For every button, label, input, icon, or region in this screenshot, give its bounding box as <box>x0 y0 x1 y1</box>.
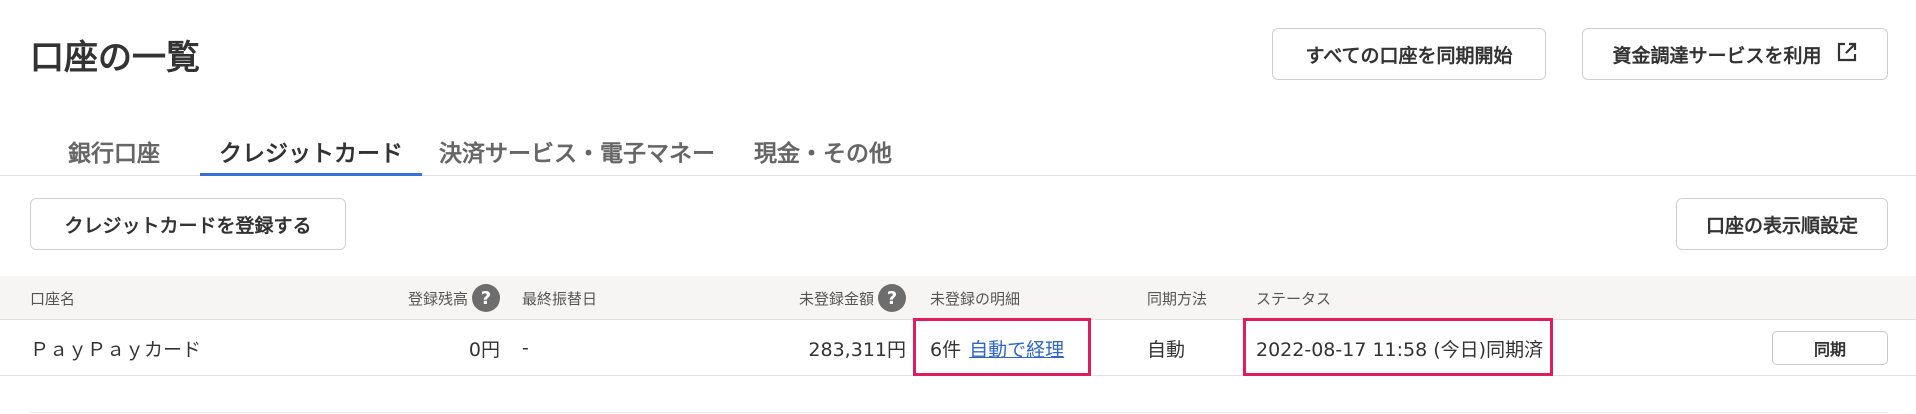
column-unregistered-amount: 未登録金額 ? <box>760 276 906 320</box>
column-sync-method: 同期方法 <box>1147 289 1208 308</box>
funding-service-label: 資金調達サービスを利用 <box>1612 44 1822 67</box>
tab-cash-other[interactable]: 現金・その他 <box>748 134 898 176</box>
sync-method-value: 自動 <box>1147 338 1186 361</box>
sync-button-label: 同期 <box>1813 340 1846 359</box>
help-icon[interactable]: ? <box>878 284 906 312</box>
column-last-transfer: 最終振替日 <box>522 289 598 308</box>
column-balance: 登録残高 ? <box>360 276 500 320</box>
unregistered-details-highlight <box>913 318 1091 376</box>
tab-bank-account[interactable]: 銀行口座 <box>60 134 168 176</box>
unregistered-amount-value: 283,311円 <box>808 338 906 361</box>
external-link-icon <box>1836 41 1858 68</box>
status-highlight <box>1243 318 1553 376</box>
sync-all-button[interactable]: すべての口座を同期開始 <box>1272 28 1546 80</box>
column-unregistered-details: 未登録の明細 <box>930 289 1021 308</box>
sync-all-label: すべての口座を同期開始 <box>1305 44 1513 67</box>
column-account-name: 口座名 <box>30 289 76 308</box>
account-name: ＰａｙＰａｙカード <box>30 338 202 361</box>
help-icon[interactable]: ? <box>472 284 500 312</box>
page-title: 口座の一覧 <box>30 38 200 78</box>
divider <box>30 412 1888 413</box>
column-status: ステータス <box>1256 289 1332 308</box>
display-order-button[interactable]: 口座の表示順設定 <box>1676 198 1888 250</box>
funding-service-button[interactable]: 資金調達サービスを利用 <box>1582 28 1888 80</box>
tab-credit-card[interactable]: クレジットカード <box>200 134 422 176</box>
register-credit-card-button[interactable]: クレジットカードを登録する <box>30 198 346 250</box>
table-header: 口座名 登録残高 ? 最終振替日 未登録金額 ? 未登録の明細 同期方法 ステー… <box>0 276 1916 320</box>
sync-button[interactable]: 同期 <box>1772 331 1888 365</box>
column-balance-label: 登録残高 <box>407 289 468 308</box>
last-transfer-value: - <box>522 337 529 359</box>
tab-payment-service[interactable]: 決済サービス・電子マネー <box>432 134 722 176</box>
account-type-tabs: 銀行口座 クレジットカード 決済サービス・電子マネー 現金・その他 <box>0 124 1916 176</box>
register-credit-card-label: クレジットカードを登録する <box>64 214 312 237</box>
balance-value: 0円 <box>468 338 500 361</box>
column-unregistered-amount-label: 未登録金額 <box>798 289 874 308</box>
display-order-label: 口座の表示順設定 <box>1705 214 1858 237</box>
